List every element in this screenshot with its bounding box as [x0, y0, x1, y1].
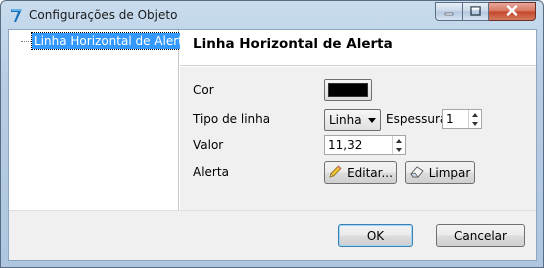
maximize-button[interactable]: [462, 2, 489, 21]
dialog-window: Configurações de Objeto Linha Horizontal…: [0, 0, 544, 268]
espessura-increment-button[interactable]: [469, 110, 481, 119]
app-logo-icon: [8, 7, 24, 23]
valor-decrement-button[interactable]: [393, 145, 405, 154]
dialog-footer: OK Cancelar: [9, 210, 536, 260]
ok-button[interactable]: OK: [338, 224, 413, 247]
dialog-client-area: Linha Horizontal de Alerta Linha Horizon…: [8, 29, 537, 261]
minimize-button[interactable]: [435, 2, 462, 21]
espessura-stepper[interactable]: 1: [442, 109, 482, 129]
object-tree: Linha Horizontal de Alerta: [9, 30, 194, 210]
chevron-down-icon: [368, 118, 376, 123]
editar-label: Editar...: [347, 165, 393, 180]
valor-value: 11,32: [328, 138, 363, 152]
espessura-value: 1: [446, 112, 454, 126]
line-type-select[interactable]: Linha: [324, 109, 381, 131]
tree-item-linha-horizontal-de-alerta[interactable]: Linha Horizontal de Alerta: [30, 32, 194, 50]
valor-increment-button[interactable]: [393, 136, 405, 145]
espessura-decrement-button[interactable]: [469, 119, 481, 128]
window-title: Configurações de Objeto: [29, 8, 178, 22]
arrow-down-icon: [396, 147, 402, 152]
editar-button[interactable]: Editar...: [324, 161, 397, 184]
valor-stepper[interactable]: 11,32: [324, 135, 406, 155]
tipo-de-linha-label: Tipo de linha: [193, 112, 271, 126]
valor-label: Valor: [193, 138, 224, 152]
arrow-up-icon: [472, 112, 478, 117]
limpar-button[interactable]: Limpar: [405, 161, 475, 184]
espessura-spin-buttons: [468, 110, 481, 128]
color-picker-button[interactable]: [324, 79, 372, 101]
cor-label: Cor: [193, 83, 214, 97]
panel-body: Cor Tipo de linha Linha Espessura 1 Valo…: [180, 67, 536, 210]
pencil-icon: [328, 164, 343, 182]
panel-header: Linha Horizontal de Alerta: [180, 30, 536, 66]
panel-title: Linha Horizontal de Alerta: [193, 36, 393, 52]
eraser-icon: [410, 165, 425, 181]
limpar-label: Limpar: [428, 165, 471, 180]
alerta-label: Alerta: [193, 165, 229, 179]
close-icon: [506, 4, 518, 19]
espessura-label: Espessura: [386, 112, 448, 126]
valor-spin-buttons: [392, 136, 405, 154]
line-type-value: Linha: [329, 113, 362, 127]
cancel-button[interactable]: Cancelar: [436, 224, 525, 247]
color-swatch: [328, 83, 368, 97]
arrow-down-icon: [472, 121, 478, 126]
maximize-icon: [470, 5, 481, 19]
arrow-up-icon: [396, 138, 402, 143]
properties-panel: Linha Horizontal de Alerta Cor Tipo de l…: [180, 30, 536, 210]
title-bar[interactable]: Configurações de Objeto: [1, 1, 543, 29]
minimize-icon: [444, 5, 454, 19]
close-button[interactable]: [489, 2, 536, 21]
